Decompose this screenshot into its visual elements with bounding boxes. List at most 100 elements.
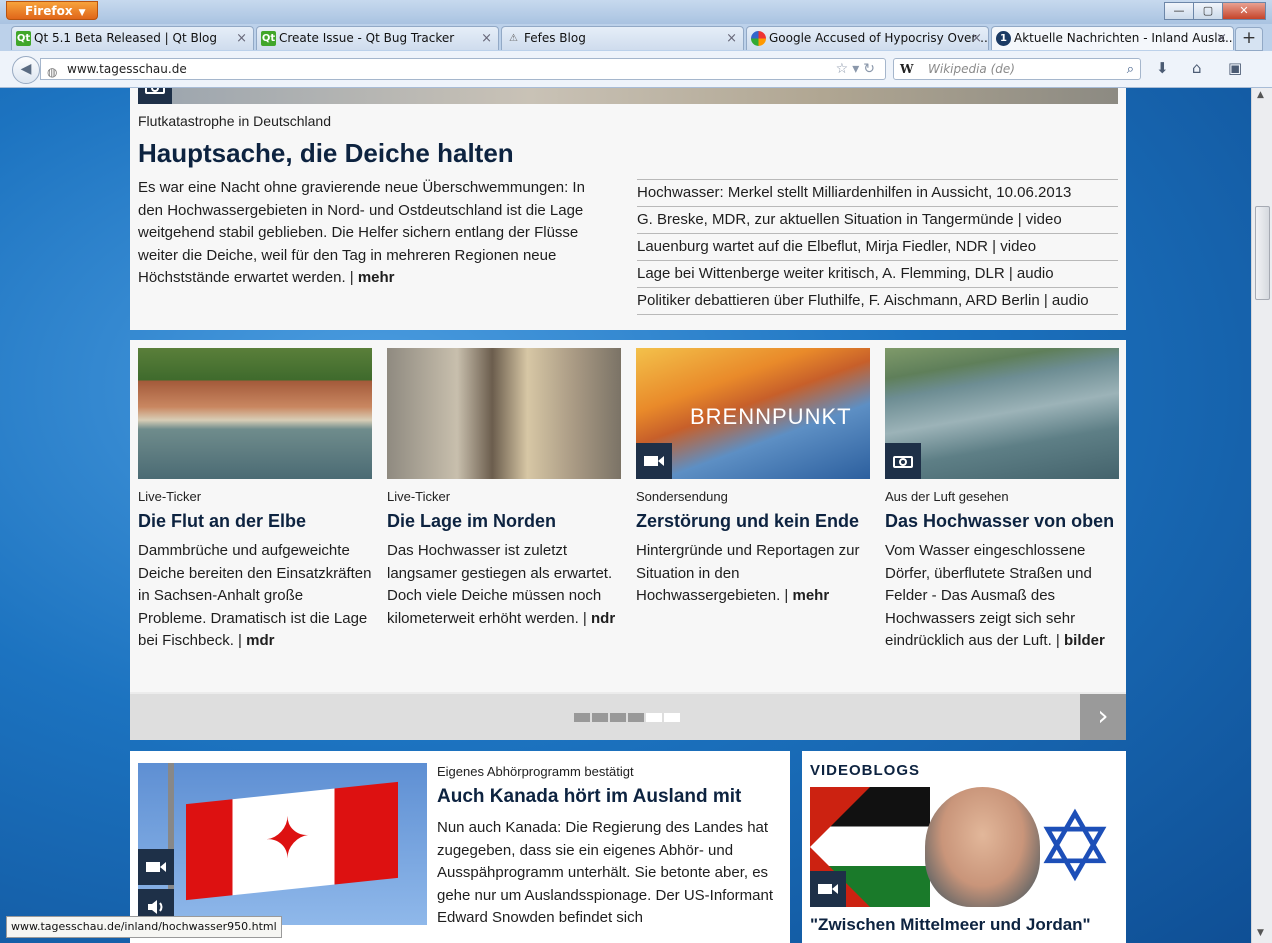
related-link[interactable]: Politiker debattieren über Fluthilfe, F.… [637,287,1118,315]
vertical-scrollbar[interactable]: ▲ ▼ [1251,88,1272,943]
status-bar-url: www.tagesschau.de/inland/hochwasser950.h… [6,916,282,938]
videoblogs-box: VIDEOBLOGS ✡ "Zwischen Mittelmeer und Jo… [802,751,1126,943]
maple-leaf-icon: ✦ [264,804,311,874]
tab-label: Google Accused of Hypocrisy Over ... [769,31,989,45]
videoblog-image[interactable]: ✡ [810,787,1118,907]
card-title[interactable]: Die Lage im Norden [387,511,556,532]
reload-icon[interactable]: ↻ [863,61,879,77]
qt-icon: Qt [261,31,276,46]
close-tab-icon[interactable]: × [971,27,982,50]
carousel-card[interactable]: Live-Ticker Die Lage im Norden Das Hochw… [387,348,621,627]
lead-teaser: Es war eine Nacht ohne gravierende neue … [138,177,608,290]
search-box[interactable]: W Wikipedia (de) ⌕ [893,58,1141,80]
scrollbar-thumb[interactable] [1255,206,1270,300]
window-titlebar: Firefox ▼ — ▢ ✕ [0,0,1272,25]
video-icon[interactable] [636,443,672,479]
url-bar[interactable]: ◍ www.tagesschau.de ☆▾↻ [40,58,886,80]
page-viewport: Flutkatastrophe in Deutschland Hauptsach… [0,88,1251,943]
window-controls: — ▢ ✕ [1164,2,1266,20]
pager-dot[interactable] [628,713,644,722]
card-teaser-text: Vom Wasser eingeschlossene Dörfer, überf… [885,542,1092,649]
dropdown-icon[interactable]: ▾ [852,61,863,77]
tab-google-hypocrisy[interactable]: Google Accused of Hypocrisy Over ... × [746,26,989,50]
pager-dots [574,713,682,722]
card-more-link[interactable]: ndr [591,610,615,627]
video-icon[interactable] [138,849,174,885]
card-title[interactable]: Die Flut an der Elbe [138,511,306,532]
carousel: Live-Ticker Die Flut an der Elbe Dammbrü… [130,340,1126,740]
download-icon[interactable]: ⬇ [1156,59,1169,77]
close-tab-icon[interactable]: × [726,27,737,50]
nbc-icon [751,31,766,46]
back-arrow-icon: ◀ [20,61,32,77]
related-link[interactable]: Lage bei Wittenberge weiter kritisch, A.… [637,260,1118,287]
search-icon[interactable]: ⌕ [1127,59,1134,80]
card-teaser: Hintergründe und Reportagen zur Situatio… [636,540,870,608]
related-link[interactable]: G. Breske, MDR, zur aktuellen Situation … [637,206,1118,233]
pager-dot-active[interactable] [646,713,662,722]
pager-dot-active[interactable] [664,713,680,722]
video-icon[interactable] [810,871,846,907]
tab-qt-bug-tracker[interactable]: Qt Create Issue - Qt Bug Tracker × [256,26,499,50]
fefe-icon: ⚠ [509,33,518,44]
videoblog-caption[interactable]: "Zwischen Mittelmeer und Jordan" [810,915,1091,935]
search-placeholder: Wikipedia (de) [928,62,1015,76]
firefox-menu-label: Firefox [25,4,73,18]
pager-dot[interactable] [592,713,608,722]
wikipedia-icon[interactable]: W [900,59,913,80]
card-title[interactable]: Das Hochwasser von oben [885,511,1114,532]
home-icon[interactable]: ⌂ [1192,59,1202,77]
new-tab-button[interactable]: + [1235,27,1263,51]
firefox-menu-button[interactable]: Firefox ▼ [6,1,98,20]
card-more-link[interactable]: mehr [793,587,830,604]
addons-icon[interactable]: ▣ [1228,59,1242,77]
lead-image[interactable] [138,88,1118,104]
url-tools: ☆▾↻ [836,59,879,80]
canada-flag-image[interactable]: ✦ [138,763,427,925]
card-more-link[interactable]: mdr [246,632,274,649]
tab-bar: Qt Qt 5.1 Beta Released | Qt Blog × Qt C… [0,24,1272,51]
tab-qt-blog[interactable]: Qt Qt 5.1 Beta Released | Qt Blog × [11,26,254,50]
canada-headline[interactable]: Auch Kanada hört im Ausland mit [437,786,741,808]
carousel-card[interactable]: Live-Ticker Die Flut an der Elbe Dammbrü… [138,348,372,649]
back-button[interactable]: ◀ [12,56,40,84]
bookmark-star-icon[interactable]: ☆ [836,61,853,77]
close-window-button[interactable]: ✕ [1222,2,1266,20]
scroll-down-icon[interactable]: ▼ [1257,928,1264,938]
card-image-aerial-flood[interactable] [885,348,1119,479]
card-image-brennpunkt[interactable]: BRENNPUNKT [636,348,870,479]
tab-label: Qt 5.1 Beta Released | Qt Blog [34,31,218,45]
navigation-toolbar: ◀ ◍ www.tagesschau.de ☆▾↻ W Wikipedia (d… [0,51,1272,88]
brennpunkt-logo: BRENNPUNKT [690,404,852,429]
close-tab-icon[interactable]: × [236,27,247,50]
card-title[interactable]: Zerstörung und kein Ende [636,511,859,532]
related-link[interactable]: Lauenburg wartet auf die Elbeflut, Mirja… [637,233,1118,260]
related-link[interactable]: Hochwasser: Merkel stellt Milliardenhilf… [637,179,1118,206]
camera-icon[interactable] [138,88,172,104]
camera-icon[interactable] [885,443,921,479]
pager-dot[interactable] [610,713,626,722]
lead-more-link[interactable]: mehr [358,269,395,286]
tab-label: Create Issue - Qt Bug Tracker [279,31,455,45]
lead-headline[interactable]: Hauptsache, die Deiche halten [138,138,514,169]
carousel-card[interactable]: Aus der Luft gesehen Das Hochwasser von … [885,348,1119,649]
carousel-card[interactable]: BRENNPUNKT Sondersendung Zerstörung und … [636,348,870,604]
card-image-flooded-town[interactable] [138,348,372,479]
lead-kicker: Flutkatastrophe in Deutschland [138,113,331,129]
tab-tagesschau[interactable]: 1 Aktuelle Nachrichten - Inland Ausla...… [991,26,1234,50]
minimize-button[interactable]: — [1164,2,1194,20]
close-tab-icon[interactable]: × [1216,27,1227,50]
close-tab-icon[interactable]: × [481,27,492,50]
card-image-sandbags[interactable] [387,348,621,479]
scroll-up-icon[interactable]: ▲ [1257,90,1264,100]
card-more-link[interactable]: bilder [1064,632,1105,649]
carousel-next-button[interactable]: › [1080,694,1126,740]
qt-icon: Qt [16,31,31,46]
card-teaser: Dammbrüche und aufgeweichte Deiche berei… [138,540,372,653]
tab-fefes-blog[interactable]: ⚠ Fefes Blog × [501,26,744,50]
card-kicker: Live-Ticker [138,489,202,504]
pager-dot[interactable] [574,713,590,722]
card-kicker: Live-Ticker [387,489,451,504]
maximize-button[interactable]: ▢ [1193,2,1223,20]
card-teaser: Das Hochwasser ist zuletzt langsamer ges… [387,540,621,630]
